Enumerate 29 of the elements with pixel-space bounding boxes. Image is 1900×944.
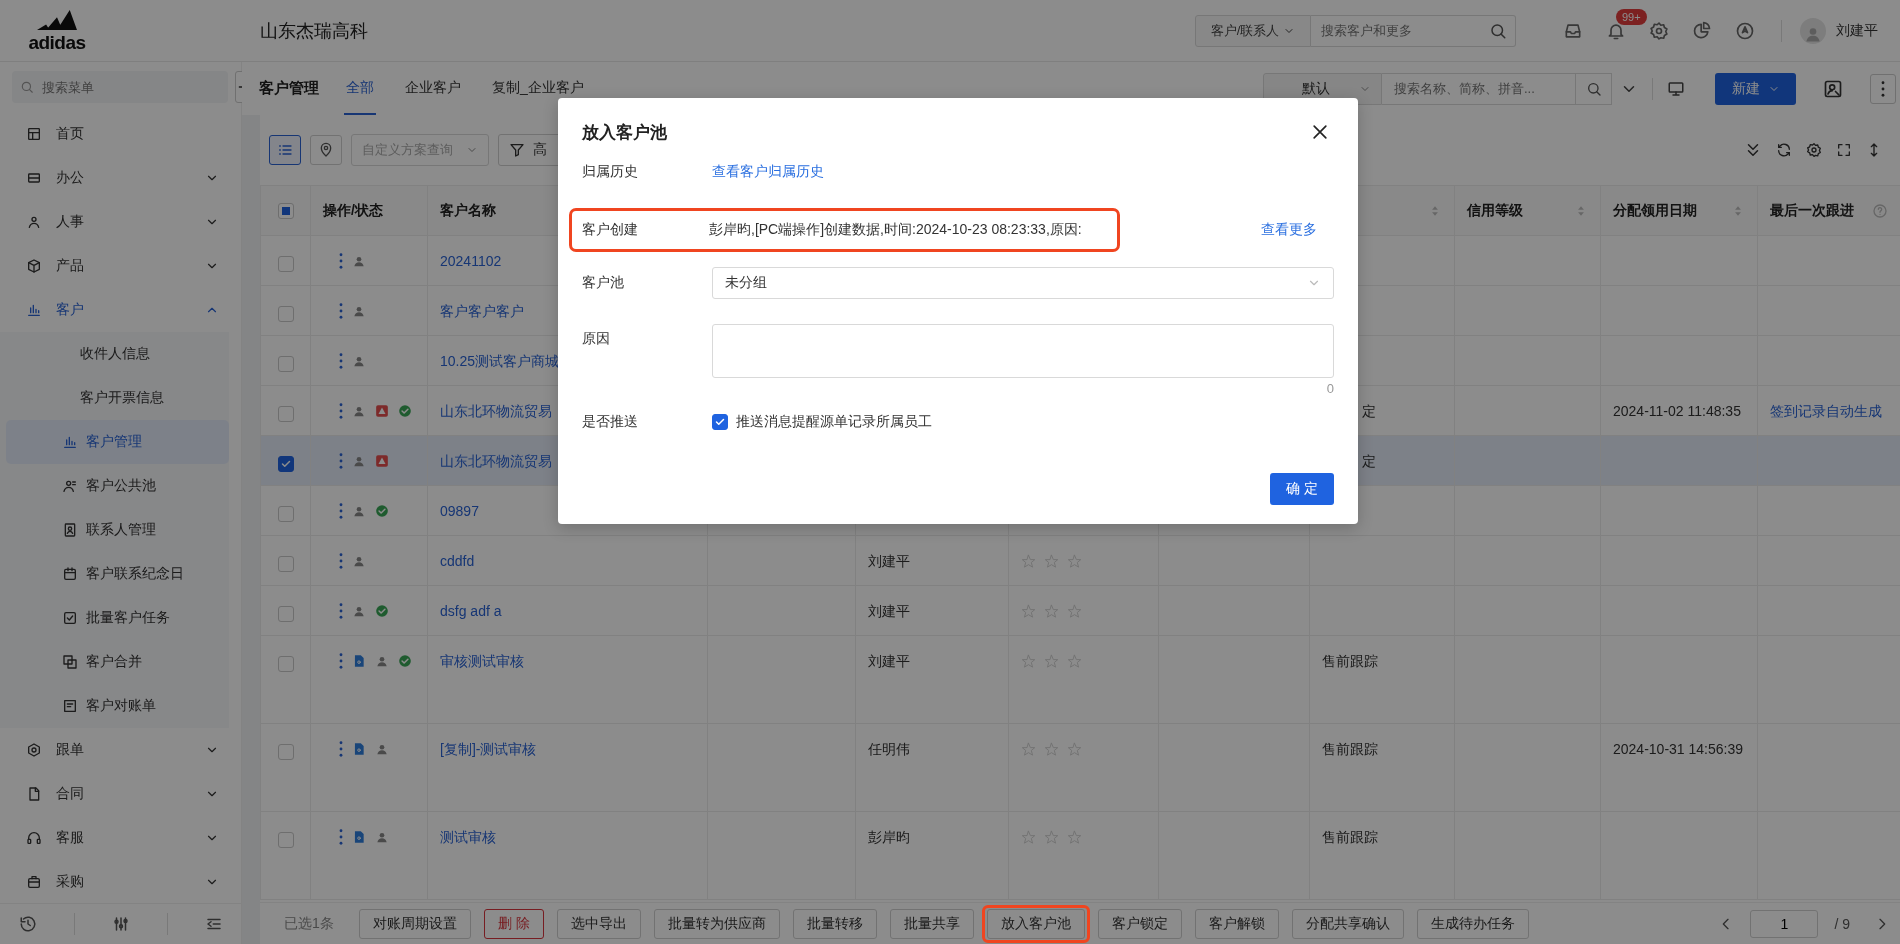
field-label: 客户创建: [582, 221, 639, 239]
checkbox-label: 推送消息提醒源单记录所属员工: [736, 413, 932, 431]
column-header: 信用等级: [1467, 201, 1523, 220]
table-cell: 2024-10-31 14:56:39: [1613, 741, 1743, 757]
table-cell: 2024-11-02 11:48:35: [1613, 403, 1741, 419]
field-label: 是否推送: [582, 413, 639, 431]
table-cell: 任明伟: [868, 741, 910, 757]
table-cell: 售前跟踪: [1322, 829, 1378, 845]
character-count: 0: [1326, 380, 1334, 398]
column-header: 最后一次跟进: [1770, 201, 1854, 220]
table-cell: 刘建平: [868, 603, 910, 619]
table-cell: 刘建平: [868, 553, 910, 569]
page-total: / 9: [1834, 915, 1850, 932]
company-name: 山东杰瑞高科: [260, 19, 368, 43]
column-header: 客户名称: [440, 201, 496, 220]
record-text: 彭岸昀,[PC端操作]创建数据,时间:2024-10-23 08:23:33,原因:: [709, 221, 1082, 239]
table-cell: 刘建平: [868, 653, 910, 669]
column-header: 分配领用日期: [1613, 201, 1697, 220]
field-label: 归属历史: [582, 163, 639, 181]
table-cell: 定: [1362, 453, 1376, 469]
page-title: 客户管理: [259, 79, 319, 98]
table-cell: 售前跟踪: [1322, 741, 1378, 757]
column-header: 操作/状态: [323, 201, 383, 220]
notification-badge: 99+: [1616, 8, 1647, 25]
selection-count: 已选1条: [284, 914, 334, 933]
table-cell: 彭岸昀: [868, 829, 910, 845]
brand-logo-text: adidas: [28, 32, 86, 53]
table-cell: 定: [1362, 403, 1376, 419]
table-cell: 售前跟踪: [1322, 653, 1378, 669]
